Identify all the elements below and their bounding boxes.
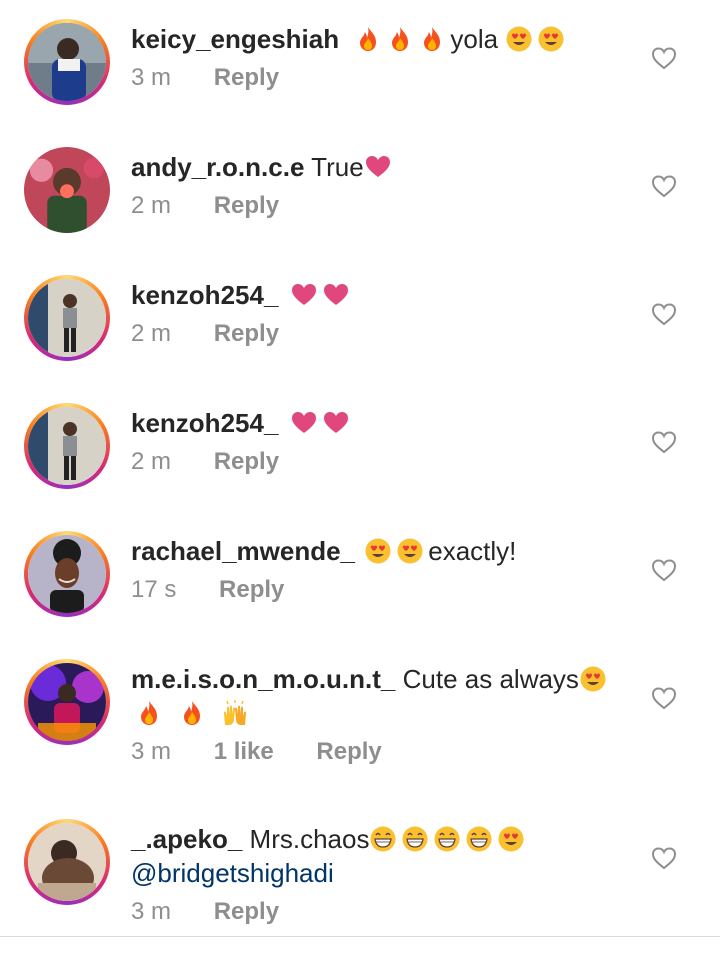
- pink-heart-icon: [290, 281, 318, 309]
- divider: [0, 936, 720, 937]
- like-heart-icon[interactable]: [650, 301, 678, 327]
- username[interactable]: keicy_engeshiah: [131, 24, 339, 54]
- comment-text: Cute as always: [402, 664, 579, 694]
- reply-button[interactable]: Reply: [214, 192, 279, 219]
- like-count-button[interactable]: 1 like: [214, 738, 274, 765]
- comment-body: keicy_engeshiah yola: [131, 22, 651, 56]
- fire-icon: [178, 699, 206, 727]
- grinning-icon: [433, 825, 461, 853]
- reply-button[interactable]: Reply: [316, 738, 381, 765]
- grinning-icon: [369, 825, 397, 853]
- reply-button[interactable]: Reply: [219, 576, 284, 603]
- comment-meta: 3 m Reply: [131, 898, 651, 926]
- pink-heart-icon: [364, 153, 392, 181]
- heart-eyes-icon: [364, 537, 392, 565]
- avatar[interactable]: [24, 819, 110, 905]
- avatar[interactable]: [24, 275, 110, 361]
- heart-eyes-icon: [579, 665, 607, 693]
- like-heart-icon[interactable]: [650, 45, 678, 71]
- comment-body: _.apeko_ Mrs.chaos: [131, 822, 651, 856]
- avatar[interactable]: [24, 147, 110, 233]
- pink-heart-icon: [322, 409, 350, 437]
- raising-hands-icon: [221, 699, 249, 727]
- reply-button[interactable]: Reply: [214, 320, 279, 347]
- comment-text: Mrs.chaos: [249, 824, 370, 854]
- username[interactable]: andy_r.o.n.c.e: [131, 152, 304, 182]
- fire-icon: [386, 25, 414, 53]
- avatar[interactable]: [24, 659, 110, 745]
- comment-time: 3 m: [131, 738, 172, 765]
- comment-time: 2 m: [131, 192, 172, 219]
- username[interactable]: _.apeko_: [131, 824, 242, 854]
- comment-meta: 2 m Reply: [131, 448, 651, 476]
- username[interactable]: m.e.i.s.o.n_m.o.u.n.t_: [131, 664, 395, 694]
- username[interactable]: rachael_mwende_: [131, 536, 355, 566]
- comment-meta: 17 s Reply: [131, 576, 651, 604]
- like-heart-icon[interactable]: [650, 685, 678, 711]
- like-heart-icon[interactable]: [650, 173, 678, 199]
- like-heart-icon[interactable]: [650, 557, 678, 583]
- heart-eyes-icon: [497, 825, 525, 853]
- comment-body: kenzoh254_: [131, 278, 651, 312]
- comment-meta: 2 m Reply: [131, 192, 651, 220]
- comment-time: 2 m: [131, 320, 172, 347]
- comment-meta: 3 m Reply: [131, 64, 651, 92]
- pink-heart-icon: [290, 409, 318, 437]
- comment-text: exactly!: [428, 536, 517, 566]
- comment-body: rachael_mwende_ exactly!: [131, 534, 651, 568]
- grinning-icon: [401, 825, 429, 853]
- fire-icon: [354, 25, 382, 53]
- comment-text: True: [311, 152, 364, 182]
- like-heart-icon[interactable]: [650, 845, 678, 871]
- mention-link[interactable]: @bridgetshighadi: [131, 858, 334, 888]
- heart-eyes-icon: [537, 25, 565, 53]
- fire-icon: [418, 25, 446, 53]
- reply-button[interactable]: Reply: [214, 448, 279, 475]
- comment-body-line2: @bridgetshighadi: [131, 856, 651, 890]
- username[interactable]: kenzoh254_: [131, 408, 278, 438]
- comment-text: yola: [450, 24, 499, 54]
- comment-time: 3 m: [131, 898, 172, 925]
- comment-time: 2 m: [131, 448, 172, 475]
- avatar[interactable]: [24, 19, 110, 105]
- username[interactable]: kenzoh254_: [131, 280, 278, 310]
- comment-time: 3 m: [131, 64, 172, 91]
- fire-icon: [135, 699, 163, 727]
- avatar[interactable]: [24, 403, 110, 489]
- comment-body: andy_r.o.n.c.e True: [131, 150, 651, 184]
- comment-body-line2: [131, 696, 651, 730]
- reply-button[interactable]: Reply: [214, 64, 279, 91]
- comment-time: 17 s: [131, 576, 177, 603]
- comment-body: m.e.i.s.o.n_m.o.u.n.t_ Cute as always: [131, 662, 651, 696]
- heart-eyes-icon: [505, 25, 533, 53]
- comment-meta: 2 m Reply: [131, 320, 651, 348]
- avatar[interactable]: [24, 531, 110, 617]
- heart-eyes-icon: [396, 537, 424, 565]
- comment-body: kenzoh254_: [131, 406, 651, 440]
- like-heart-icon[interactable]: [650, 429, 678, 455]
- grinning-icon: [465, 825, 493, 853]
- reply-button[interactable]: Reply: [214, 898, 279, 925]
- pink-heart-icon: [322, 281, 350, 309]
- comment-meta: 3 m 1 like Reply: [131, 738, 651, 766]
